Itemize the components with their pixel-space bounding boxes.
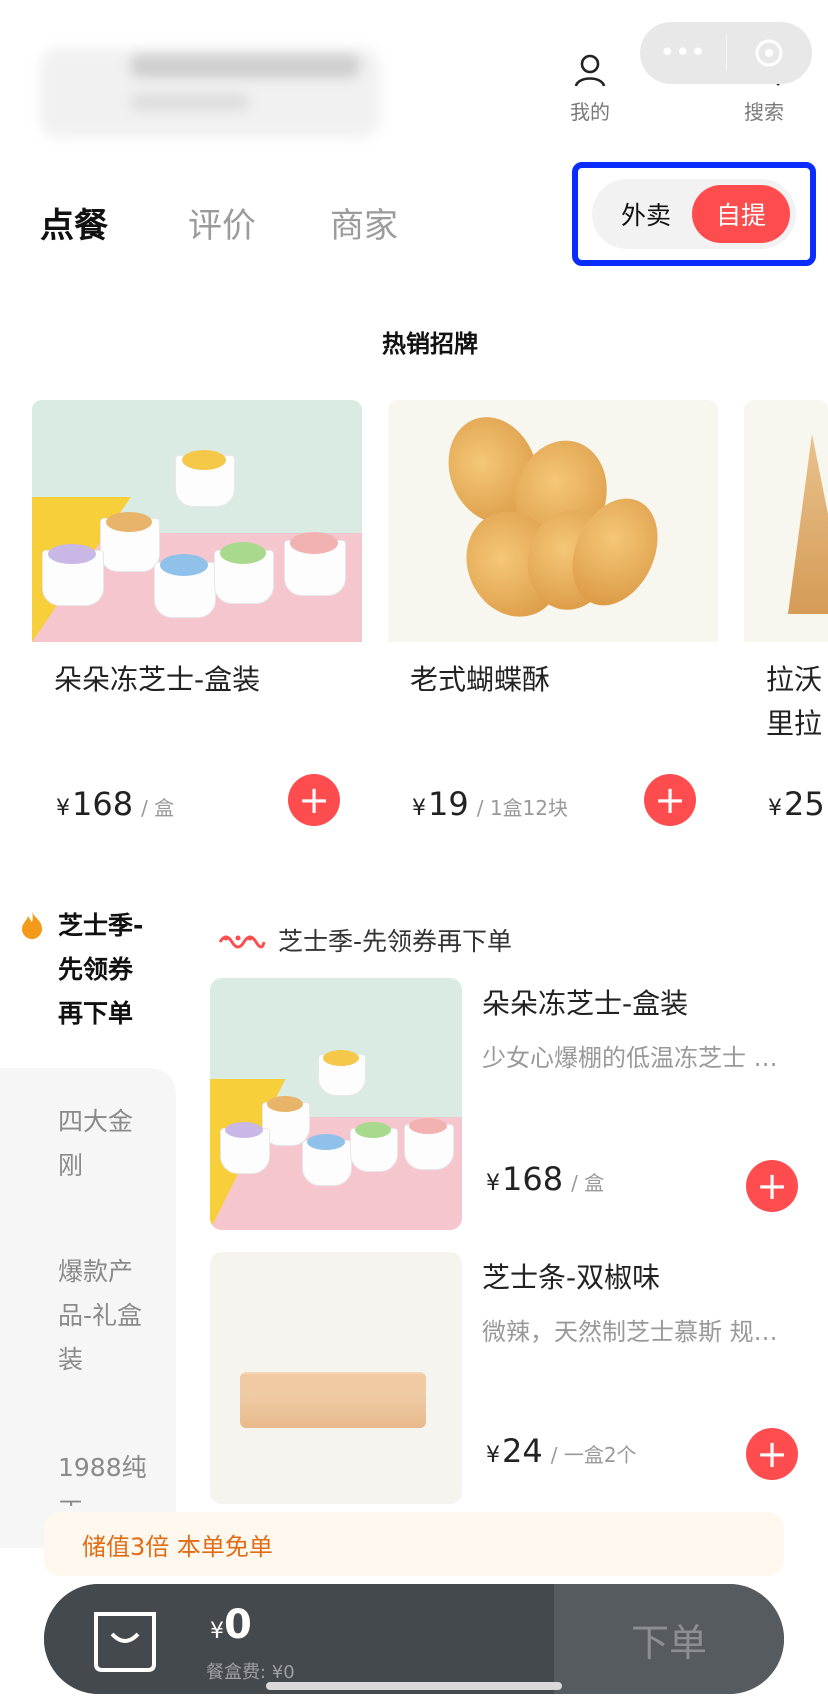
price: 168	[502, 1160, 564, 1198]
list-item[interactable]: 朵朵冻芝士-盒装 少女心爆棚的低温冻芝士 … ¥ 168 / 盒 +	[210, 978, 808, 1230]
tab-order[interactable]: 点餐	[40, 198, 108, 247]
sidebar-label-line: 刚	[58, 1151, 84, 1180]
user-icon	[574, 54, 606, 87]
add-button[interactable]: +	[746, 1160, 798, 1212]
price-row: ¥ 25	[768, 785, 825, 823]
hot-section-title: 热销招牌	[382, 330, 478, 358]
product-name-line2: 里拉	[766, 707, 823, 740]
promo-text: 储值3倍 本单免单	[82, 1532, 273, 1561]
price: 168	[72, 785, 134, 823]
fire-icon	[22, 911, 42, 939]
sidebar-label-line: 四大金	[58, 1107, 134, 1136]
sidebar-label-line: 爆款产	[58, 1257, 134, 1286]
unit: / 盒	[571, 1171, 605, 1195]
checkout-bar: ¥ 0 餐盒费: ¥0 下单	[44, 1584, 784, 1694]
mode-toggle-highlight: 外卖 自提	[572, 162, 816, 266]
mini-program-capsule: •••	[640, 22, 812, 84]
add-button[interactable]: +	[746, 1428, 798, 1480]
sidebar-item-1988[interactable]: 1988纯 正	[58, 1446, 168, 1506]
currency: ¥	[412, 796, 426, 821]
sidebar-item-gift-box[interactable]: 爆款产 品-礼盒 装	[58, 1250, 168, 1382]
plus-icon: +	[756, 1164, 788, 1208]
cart-summary[interactable]: ¥ 0 餐盒费: ¥0	[44, 1584, 554, 1694]
promo-banner[interactable]: 储值3倍 本单免单	[44, 1512, 784, 1576]
sidebar-label-line: 正	[58, 1490, 168, 1506]
hot-product-card[interactable]: 拉沃 里拉 ¥ 25	[744, 400, 828, 840]
delivery-option[interactable]: 外卖	[606, 179, 686, 249]
price: 19	[428, 785, 469, 823]
currency: ¥	[210, 1619, 224, 1644]
search-label: 搜索	[744, 100, 784, 124]
add-button[interactable]: +	[644, 774, 696, 826]
cart-total: ¥ 0	[210, 1602, 252, 1648]
sidebar-label-line: 芝士季-	[58, 911, 144, 940]
product-name: 芝士条-双椒味	[482, 1261, 661, 1294]
currency: ¥	[56, 796, 70, 821]
product-image	[744, 400, 828, 642]
price: 25	[784, 785, 825, 823]
profile-button[interactable]: 我的	[550, 52, 630, 125]
plus-icon: +	[756, 1432, 788, 1476]
wave-decoration-icon	[218, 935, 266, 949]
target-icon[interactable]	[727, 22, 813, 84]
unit: / 1盒12块	[476, 796, 568, 820]
total-price: 0	[224, 1602, 252, 1648]
sidebar-item-four-kings[interactable]: 四大金 刚	[58, 1100, 168, 1188]
product-image	[210, 1252, 462, 1504]
product-image	[32, 400, 362, 642]
packaging-fee: 餐盒费: ¥0	[206, 1662, 295, 1683]
store-header-blurred	[40, 48, 380, 138]
add-button[interactable]: +	[288, 774, 340, 826]
category-title: 芝士季-先领券再下单	[278, 927, 513, 956]
sidebar-label-line: 装	[58, 1345, 84, 1374]
price-row: ¥ 24 / 一盒2个	[486, 1432, 637, 1470]
more-dots-icon[interactable]: •••	[640, 22, 726, 84]
product-name: 朵朵冻芝士-盒装	[54, 663, 261, 696]
sidebar-label-line: 先领券	[58, 955, 134, 984]
sidebar-label-line: 1988纯	[58, 1453, 147, 1482]
shopping-bag-icon	[94, 1612, 156, 1672]
list-item[interactable]: 芝士条-双椒味 微辣，天然制芝士慕斯 规… ¥ 24 / 一盒2个 +	[210, 1252, 808, 1504]
currency: ¥	[486, 1443, 500, 1468]
product-image	[388, 400, 718, 642]
product-name: 拉沃	[766, 663, 823, 696]
price: 24	[502, 1432, 543, 1470]
category-heading: 芝士季-先领券再下单	[218, 922, 512, 958]
pickup-option[interactable]: 自提	[692, 185, 790, 243]
currency: ¥	[768, 796, 782, 821]
mode-toggle[interactable]: 外卖 自提	[592, 179, 796, 249]
place-order-button[interactable]: 下单	[554, 1584, 784, 1694]
hot-product-card[interactable]: 朵朵冻芝士-盒装 ¥ 168 / 盒 +	[32, 400, 362, 840]
tab-reviews[interactable]: 评价	[188, 198, 256, 247]
price-row: ¥ 19 / 1盒12块	[412, 785, 568, 823]
product-name: 朵朵冻芝士-盒装	[482, 987, 689, 1020]
price-row: ¥ 168 / 盒	[56, 785, 174, 823]
plus-icon: +	[654, 778, 686, 822]
unit: / 盒	[141, 796, 175, 820]
product-image	[210, 978, 462, 1230]
sidebar-label-line: 品-礼盒	[58, 1301, 143, 1330]
hot-product-card[interactable]: 老式蝴蝶酥 ¥ 19 / 1盒12块 +	[388, 400, 718, 840]
product-name: 老式蝴蝶酥	[410, 663, 551, 696]
price-row: ¥ 168 / 盒	[486, 1160, 604, 1198]
plus-icon: +	[298, 778, 330, 822]
order-label: 下单	[630, 1620, 707, 1665]
home-indicator	[266, 1682, 562, 1690]
profile-label: 我的	[570, 100, 610, 124]
product-desc: 少女心爆棚的低温冻芝士 …	[482, 1044, 778, 1072]
product-desc: 微辣，天然制芝士慕斯 规…	[482, 1318, 778, 1346]
sidebar-item-cheese-season[interactable]: 芝士季- 先领券 再下单	[58, 904, 168, 1036]
currency: ¥	[486, 1171, 500, 1196]
tab-merchant[interactable]: 商家	[330, 198, 398, 247]
sidebar-label-line: 再下单	[58, 999, 134, 1028]
unit: / 一盒2个	[550, 1443, 637, 1467]
